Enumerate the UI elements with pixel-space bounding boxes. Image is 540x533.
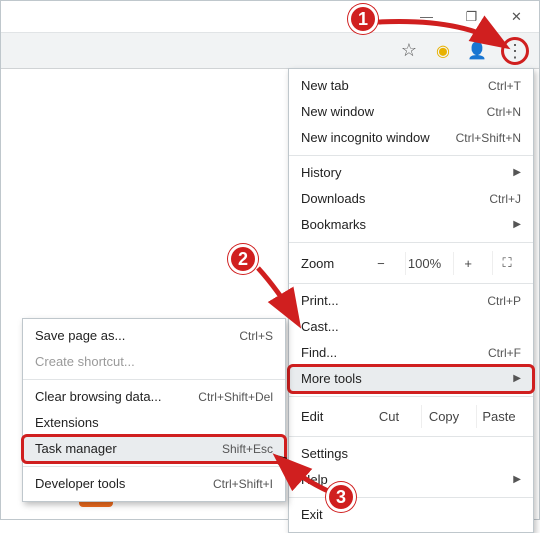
menu-separator — [289, 155, 533, 156]
zoom-label: Zoom — [301, 256, 357, 271]
menu-edit-row: Edit Cut Copy Paste — [289, 401, 533, 432]
menu-settings[interactable]: Settings — [289, 441, 533, 467]
edit-paste-button[interactable]: Paste — [476, 405, 521, 428]
edit-copy-button[interactable]: Copy — [421, 405, 466, 428]
menu-help[interactable]: Help ▶ — [289, 467, 533, 493]
annotation-badge-2: 2 — [228, 244, 258, 274]
profile-icon[interactable]: 👤 — [467, 41, 487, 61]
window-minimize-button[interactable]: — — [404, 1, 449, 33]
window-titlebar: — ❐ ✕ — [1, 1, 539, 33]
submenu-create-shortcut[interactable]: Create shortcut... — [23, 349, 285, 375]
chrome-main-menu: New tab Ctrl+T New window Ctrl+N New inc… — [288, 68, 534, 533]
submenu-save-page[interactable]: Save page as... Ctrl+S — [23, 323, 285, 349]
menu-print[interactable]: Print... Ctrl+P — [289, 288, 533, 314]
menu-exit[interactable]: Exit — [289, 502, 533, 528]
menu-separator — [289, 396, 533, 397]
menu-more-tools[interactable]: More tools ▶ — [289, 366, 533, 392]
browser-toolbar: ☆ ◉ 👤 ⋮ — [1, 33, 539, 69]
menu-separator — [289, 242, 533, 243]
window-close-button[interactable]: ✕ — [494, 1, 539, 33]
submenu-developer-tools[interactable]: Developer tools Ctrl+Shift+I — [23, 471, 285, 497]
submenu-clear-browsing-data[interactable]: Clear browsing data... Ctrl+Shift+Del — [23, 384, 285, 410]
annotation-badge-1: 1 — [348, 4, 378, 34]
menu-separator — [289, 283, 533, 284]
edit-cut-button[interactable]: Cut — [367, 405, 411, 428]
extension-icon[interactable]: ◉ — [433, 41, 453, 61]
chrome-menu-button[interactable]: ⋮ — [501, 37, 529, 65]
menu-zoom-row: Zoom − 100% + ⛶ — [289, 247, 533, 279]
fullscreen-icon[interactable]: ⛶ — [492, 251, 521, 275]
menu-separator — [289, 436, 533, 437]
submenu-arrow-icon: ▶ — [513, 165, 521, 181]
menu-new-window[interactable]: New window Ctrl+N — [289, 99, 533, 125]
menu-bookmarks[interactable]: Bookmarks ▶ — [289, 212, 533, 238]
menu-separator — [23, 379, 285, 380]
window-maximize-button[interactable]: ❐ — [449, 1, 494, 33]
zoom-value: 100% — [405, 252, 443, 275]
edit-label: Edit — [301, 409, 357, 424]
menu-find[interactable]: Find... Ctrl+F — [289, 340, 533, 366]
menu-cast[interactable]: Cast... — [289, 314, 533, 340]
submenu-extensions[interactable]: Extensions — [23, 410, 285, 436]
annotation-badge-3: 3 — [326, 482, 356, 512]
menu-new-tab[interactable]: New tab Ctrl+T — [289, 73, 533, 99]
submenu-arrow-icon: ▶ — [513, 371, 521, 387]
more-tools-submenu: Save page as... Ctrl+S Create shortcut..… — [22, 318, 286, 502]
menu-history[interactable]: History ▶ — [289, 160, 533, 186]
star-icon[interactable]: ☆ — [399, 41, 419, 61]
menu-downloads[interactable]: Downloads Ctrl+J — [289, 186, 533, 212]
submenu-arrow-icon: ▶ — [513, 217, 521, 233]
submenu-arrow-icon: ▶ — [513, 472, 521, 488]
menu-new-incognito[interactable]: New incognito window Ctrl+Shift+N — [289, 125, 533, 151]
zoom-in-button[interactable]: + — [453, 252, 482, 275]
submenu-task-manager[interactable]: Task manager Shift+Esc — [23, 436, 285, 462]
zoom-out-button[interactable]: − — [367, 252, 395, 275]
menu-separator — [23, 466, 285, 467]
